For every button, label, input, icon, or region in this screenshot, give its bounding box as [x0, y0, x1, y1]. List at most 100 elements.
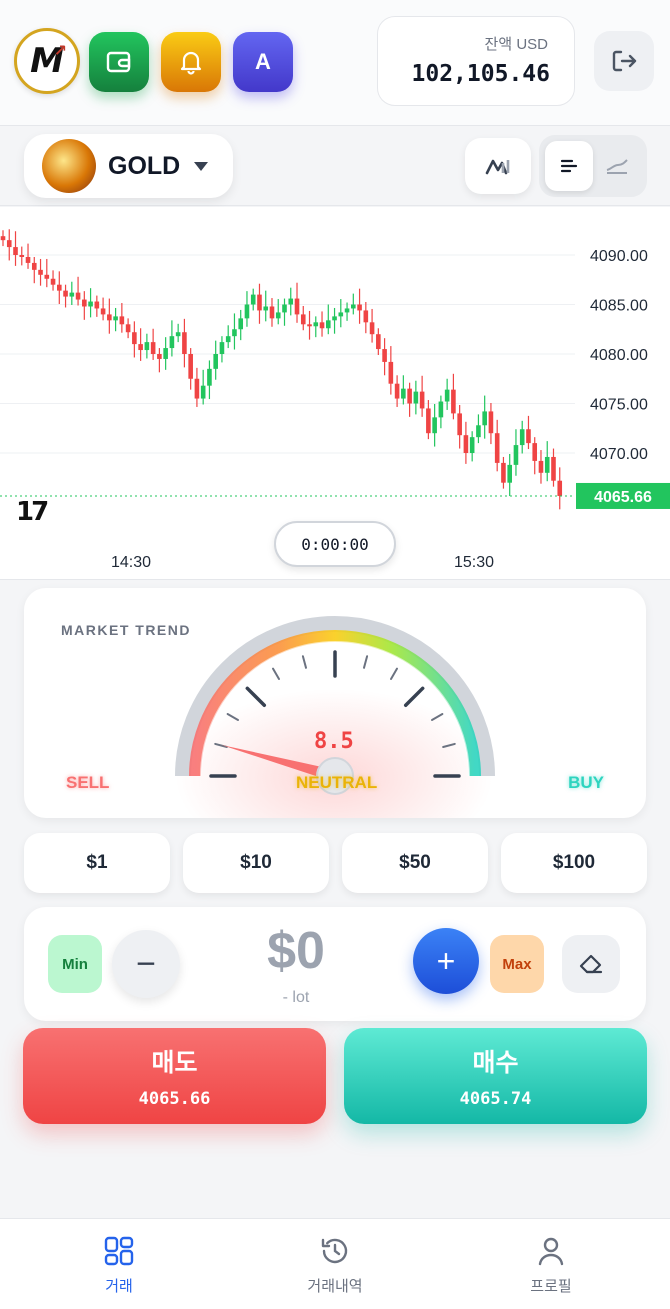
y-tick-label: 4070.00 [590, 446, 648, 463]
nav-profile-label: 프로필 [530, 1278, 572, 1295]
preset-10-button[interactable]: $10 [183, 833, 329, 893]
preset-1-button[interactable]: $1 [24, 833, 170, 893]
logout-button[interactable] [594, 31, 654, 91]
symbol-bar: GOLD [0, 126, 670, 206]
candle-body [138, 344, 143, 351]
nav-profile[interactable]: 프로필 [491, 1235, 611, 1296]
clear-button[interactable] [562, 935, 620, 993]
candle-body [69, 292, 75, 297]
preset-100-button[interactable]: $100 [501, 833, 647, 893]
current-price-label: 4065.66 [594, 489, 652, 506]
candle-body [219, 342, 225, 354]
candle-body [382, 349, 387, 362]
candle-body [363, 310, 369, 323]
buy-button[interactable]: 매수 4065.74 [344, 1028, 647, 1124]
candle-body [113, 316, 118, 321]
y-tick-label: 4090.00 [590, 248, 648, 265]
line-chart-icon [606, 159, 628, 174]
candle-body [294, 298, 300, 315]
price-chart[interactable]: 4090.00 4085.00 4080.00 4075.00 4070.00 14:30… [0, 207, 670, 580]
candle-body [6, 240, 12, 248]
candle-body [557, 480, 563, 496]
wallet-button[interactable] [89, 32, 149, 92]
candle-body [394, 383, 400, 399]
gauge-tick [362, 655, 369, 669]
preset-50-button[interactable]: $50 [342, 833, 488, 893]
symbol-name: GOLD [108, 151, 181, 180]
candle-body [325, 320, 331, 329]
candle-body [488, 411, 494, 434]
grid-icon [104, 1236, 134, 1266]
candle-body [407, 388, 412, 404]
candle-body [332, 316, 337, 321]
trend-arrow-icon: ↗ [53, 41, 67, 60]
candle-body [132, 332, 137, 345]
candle-body [519, 429, 525, 446]
candle-body [494, 433, 500, 463]
candle-body [44, 274, 50, 279]
candles-icon [560, 159, 578, 173]
trend-score: 8.5 [314, 729, 354, 754]
min-button[interactable]: Min [48, 935, 102, 993]
candle-body [100, 308, 106, 315]
trend-sell-label: SELL [66, 773, 110, 792]
candle-body [238, 318, 244, 330]
candle-timer: 0:00:00 [274, 521, 396, 567]
sell-button[interactable]: 매도 4065.66 [23, 1028, 326, 1124]
candle-body [426, 408, 431, 434]
tradingview-logo: 17 [16, 497, 49, 527]
increase-button[interactable]: + [413, 928, 479, 994]
line-view-button[interactable] [593, 141, 641, 191]
candle-body [457, 413, 462, 436]
nav-history-label: 거래내역 [307, 1278, 363, 1295]
nav-history[interactable]: 거래내역 [275, 1235, 395, 1296]
eraser-icon [579, 954, 603, 974]
candle-body [200, 385, 206, 399]
gauge-tick [214, 742, 228, 749]
header: M ↗ A 잔액 USD 102,105.46 [0, 0, 670, 126]
candle-body [551, 456, 556, 481]
candle-body [82, 299, 87, 307]
candle-view-button[interactable] [545, 141, 593, 191]
candle-body [119, 316, 125, 325]
candle-body [507, 464, 512, 483]
candle-body [188, 354, 193, 379]
history-icon [321, 1238, 348, 1264]
minus-icon: − [136, 944, 156, 983]
candle-body [150, 342, 156, 354]
nav-trade[interactable]: 거래 [59, 1235, 179, 1296]
gauge-tick [403, 686, 425, 708]
balance-label: 잔액 USD [484, 36, 548, 53]
candle-body [182, 332, 187, 354]
gauge-tick [272, 667, 280, 681]
indicator-button[interactable] [465, 138, 531, 194]
candle-body [107, 314, 112, 321]
gauge-tick [390, 667, 398, 681]
decrease-button[interactable]: − [112, 930, 180, 998]
candle-body [463, 435, 469, 453]
max-button[interactable]: Max [490, 935, 544, 993]
symbol-selector[interactable]: GOLD [24, 134, 233, 198]
candle-body [225, 336, 231, 343]
amount-value[interactable]: $0 [246, 921, 346, 981]
candle-body [401, 388, 406, 399]
candle-body [0, 236, 6, 241]
app-logo[interactable]: M ↗ [14, 28, 80, 94]
candle-body [338, 312, 344, 317]
avatar-button[interactable]: A [233, 32, 293, 92]
candle-body [31, 262, 37, 270]
wallet-icon [106, 51, 131, 73]
plus-icon: + [436, 942, 456, 979]
candle-body [451, 389, 456, 414]
candle-body [526, 429, 531, 444]
candle-body [501, 462, 506, 483]
candle-body [319, 322, 325, 329]
sell-price: 4065.66 [138, 1089, 211, 1109]
candle-body [38, 269, 43, 275]
notifications-button[interactable] [161, 32, 221, 92]
candle-body [88, 301, 93, 307]
candle-body [432, 417, 437, 434]
candle-body [175, 332, 181, 337]
candle-body [438, 401, 444, 418]
candle-body [300, 314, 306, 325]
